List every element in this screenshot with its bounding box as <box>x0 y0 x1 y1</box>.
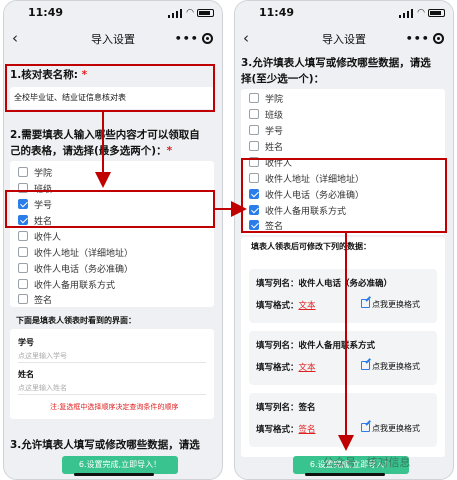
annotation-arrows <box>95 112 354 451</box>
canvas: 11:49 ◠ ‹ 导入设置 ••• 1.核对表名称: * 全校毕业证、结业证信… <box>0 0 457 480</box>
